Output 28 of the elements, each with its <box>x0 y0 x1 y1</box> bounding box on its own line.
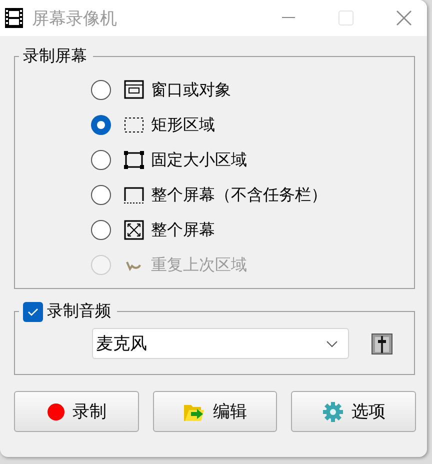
film-icon <box>4 7 24 29</box>
fixed-rectangle-icon <box>123 149 145 171</box>
window-title: 屏幕录像机 <box>32 8 118 30</box>
record-icon <box>46 402 64 420</box>
device-dropdown[interactable]: 麦克风 <box>92 328 349 359</box>
radio-button[interactable] <box>91 220 111 240</box>
option-label: 整个屏幕 <box>151 220 215 240</box>
option-label: 固定大小区域 <box>151 150 247 170</box>
options-button[interactable]: 选项 <box>291 391 416 432</box>
radio-button[interactable] <box>91 185 111 205</box>
checkbox-label: 录制音频 <box>47 301 111 322</box>
edit-button[interactable]: 编辑 <box>153 391 277 432</box>
window-icon <box>123 79 145 101</box>
checkbox[interactable] <box>23 302 43 322</box>
radio-button[interactable] <box>91 150 111 170</box>
option-label: 窗口或对象 <box>151 80 231 100</box>
option-label: 整个屏幕（不含任务栏） <box>151 184 327 206</box>
gear-icon <box>322 400 344 422</box>
caret-icon <box>326 340 338 348</box>
record-button[interactable]: 录制 <box>14 391 139 432</box>
radio-button[interactable] <box>91 80 111 100</box>
option-label: 矩形区域 <box>151 114 215 136</box>
mixer-icon[interactable] <box>371 332 393 354</box>
group-title: 录制屏幕 <box>23 46 87 67</box>
option-label: 重复上次区域 <box>151 254 247 276</box>
radio-button[interactable] <box>91 115 111 135</box>
fullscreen-icon <box>123 219 145 241</box>
check-icon <box>27 306 39 316</box>
